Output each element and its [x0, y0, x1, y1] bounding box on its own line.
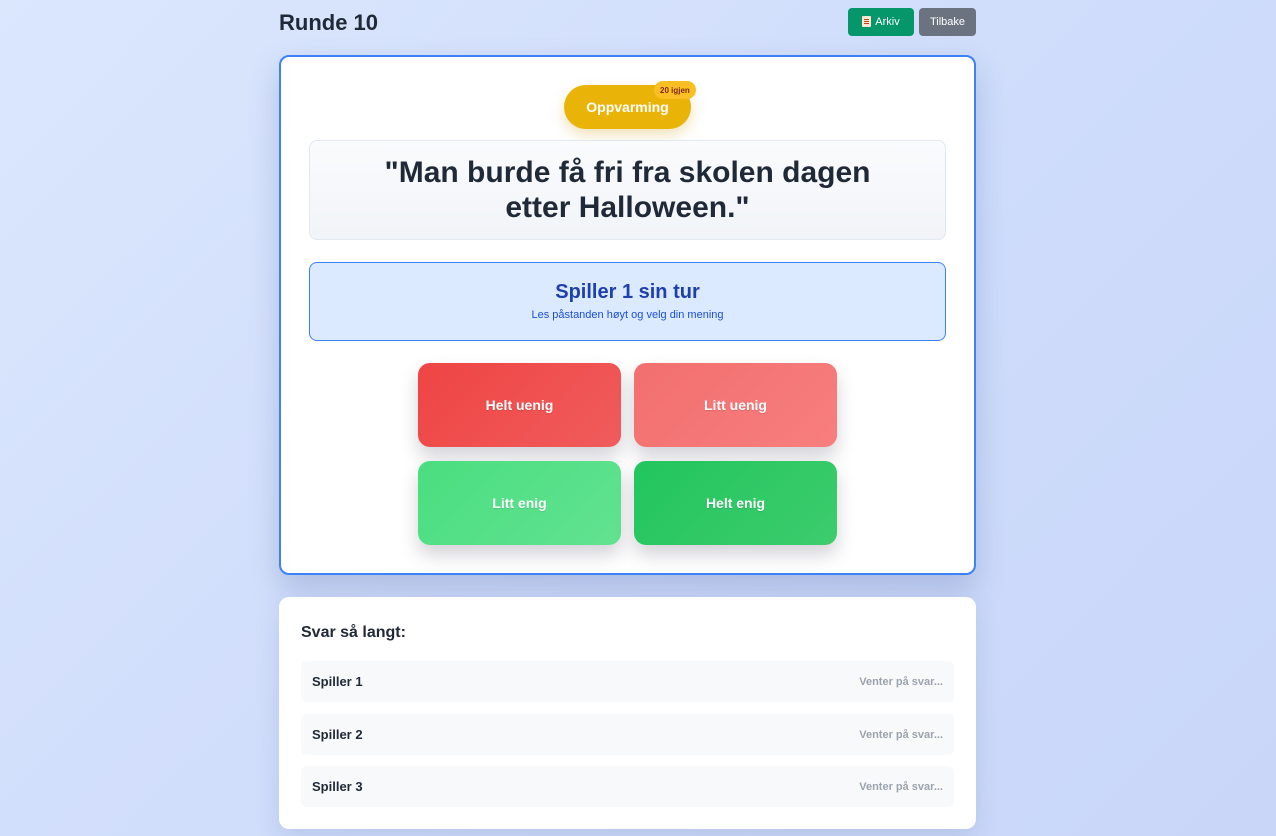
turn-title: Spiller 1 sin tur [555, 281, 700, 303]
archive-button[interactable]: Arkiv [848, 7, 914, 36]
game-container: Runde 10 Arkiv Tilbake Oppvarming 20 igj… [279, 0, 976, 829]
document-icon [862, 16, 872, 27]
player-status: Venter på svar... [859, 728, 943, 741]
answer-row-player-1: Spiller 1 Venter på svar... [301, 661, 954, 702]
statement-box: "Man burde få fri fra skolen dagen etter… [309, 140, 946, 240]
answers-panel: Svar så langt: Spiller 1 Venter på svar.… [279, 597, 976, 829]
answer-row-player-3: Spiller 3 Venter på svar... [301, 766, 954, 807]
player-status: Venter på svar... [859, 675, 943, 688]
somewhat-disagree-button[interactable]: Litt uenig [634, 363, 837, 447]
strongly-disagree-button[interactable]: Helt uenig [418, 363, 621, 447]
answer-row-player-2: Spiller 2 Venter på svar... [301, 714, 954, 755]
back-button[interactable]: Tilbake [919, 7, 976, 36]
player-name: Spiller 3 [312, 779, 363, 794]
header: Runde 10 Arkiv Tilbake [279, 0, 976, 48]
remaining-badge: 20 igjen [654, 81, 696, 99]
question-card: Oppvarming 20 igjen "Man burde få fri fr… [279, 55, 976, 575]
page-title: Runde 10 [279, 9, 379, 35]
player-status: Venter på svar... [859, 780, 943, 793]
turn-indicator: Spiller 1 sin tur Les påstanden høyt og … [309, 262, 946, 341]
player-name: Spiller 1 [312, 674, 363, 689]
header-buttons: Arkiv Tilbake [848, 7, 976, 36]
turn-subtitle: Les påstanden høyt og velg din mening [531, 309, 724, 321]
archive-button-label: Arkiv [875, 15, 900, 28]
answers-title: Svar så langt: [301, 624, 406, 641]
strongly-agree-button[interactable]: Helt enig [634, 461, 837, 545]
statement-text: "Man burde få fri fra skolen dagen etter… [384, 156, 871, 224]
player-name: Spiller 2 [312, 727, 363, 742]
somewhat-agree-button[interactable]: Litt enig [418, 461, 621, 545]
